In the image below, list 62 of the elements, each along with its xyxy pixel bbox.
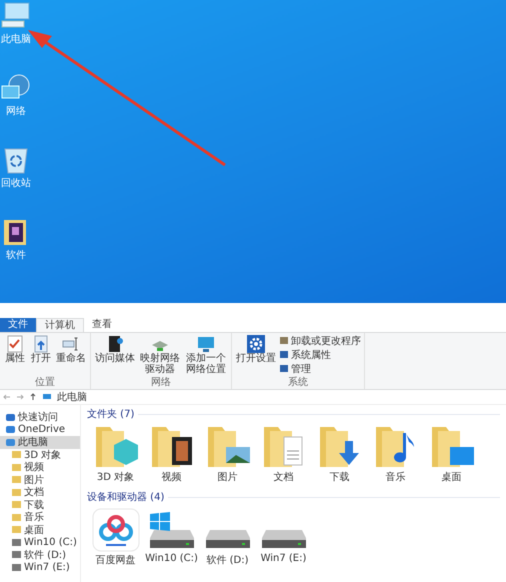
nav-item[interactable]: 下载 — [0, 498, 80, 511]
item-label[interactable]: 桌面 — [442, 470, 462, 484]
item-label[interactable]: 视频 — [162, 470, 182, 484]
nav-item[interactable]: Win7 (E:) — [0, 561, 80, 574]
ribbon-tab[interactable]: 计算机 — [36, 318, 84, 332]
item-label[interactable]: 下载 — [330, 470, 350, 484]
ribbon-button[interactable]: 添加一个网络位置 — [184, 335, 228, 377]
breadcrumb[interactable]: 此电脑 — [57, 390, 87, 404]
settings-icon — [247, 335, 265, 353]
back-icon[interactable] — [3, 393, 11, 401]
item-label[interactable]: 3D 对象 — [96, 470, 134, 484]
ribbon-command[interactable]: 管理 — [279, 363, 361, 375]
nav-item[interactable]: 文档 — [0, 486, 80, 498]
item-label[interactable]: 百度网盘 — [96, 553, 136, 567]
nav-item[interactable]: 桌面 — [0, 524, 80, 536]
item-label[interactable]: Win7 (E:) — [260, 553, 306, 564]
document-icon — [283, 436, 302, 466]
icon-label[interactable]: 软件 — [6, 248, 26, 262]
rename-icon — [62, 335, 80, 353]
ribbon-command[interactable]: 卸载或更改程序 — [279, 335, 361, 347]
ribbon-button[interactable]: 访问媒体 — [94, 335, 136, 377]
ribbon-tab[interactable]: 文件 — [0, 318, 36, 332]
monitor-icon — [197, 335, 215, 353]
landscape-icon — [226, 447, 250, 463]
cube-icon — [114, 439, 138, 465]
item-label[interactable]: 音乐 — [386, 470, 406, 484]
nav-item[interactable]: 3D 对象 — [0, 448, 80, 461]
ribbon-button[interactable]: 重命名 — [55, 335, 87, 377]
item-label[interactable]: 文档 — [274, 470, 294, 484]
section-header[interactable]: 设备和驱动器 (4) — [87, 490, 164, 504]
nav-item[interactable]: 音乐 — [0, 511, 80, 524]
ribbon-button[interactable]: 打开设置 — [235, 335, 277, 377]
nav-item[interactable]: 软件 (D:) — [0, 548, 80, 561]
music-note-icon — [394, 433, 414, 462]
ribbon-button[interactable]: 映射网络驱动器 — [138, 335, 182, 377]
forward-icon[interactable] — [16, 393, 24, 401]
nav-item[interactable]: Win10 (C:) — [0, 536, 80, 548]
nav-item[interactable]: 此电脑 — [0, 436, 80, 448]
cloud-app-icon[interactable] — [92, 508, 140, 552]
nav-item[interactable]: 视频 — [0, 461, 80, 474]
ribbon-button[interactable]: 属性 — [3, 335, 27, 377]
nav-item[interactable]: 快速访问 — [0, 411, 80, 424]
group-label: 位置 — [34, 377, 56, 388]
item-label[interactable]: Win10 (C:) — [145, 553, 198, 564]
section-header[interactable]: 文件夹 (7) — [87, 407, 134, 421]
down-arrow-icon — [338, 441, 358, 465]
icon-label[interactable]: 回收站 — [1, 176, 31, 190]
item-label[interactable]: 图片 — [218, 470, 238, 484]
film-icon — [172, 437, 192, 465]
check-icon — [6, 335, 24, 353]
group-label: 系统 — [287, 377, 309, 388]
screen-icon — [450, 447, 474, 465]
group-label: 网络 — [150, 377, 172, 388]
ribbon-tab[interactable]: 查看 — [84, 318, 120, 332]
open-file-icon — [32, 335, 50, 353]
ribbon-button[interactable]: 打开 — [29, 335, 53, 377]
media-server-icon — [106, 335, 124, 353]
item-label[interactable]: 软件 (D:) — [206, 553, 249, 567]
up-icon[interactable] — [29, 393, 37, 401]
ribbon-command[interactable]: 系统属性 — [279, 349, 361, 361]
nav-item[interactable]: OneDrive — [0, 424, 80, 436]
nav-item[interactable]: 图片 — [0, 474, 80, 486]
